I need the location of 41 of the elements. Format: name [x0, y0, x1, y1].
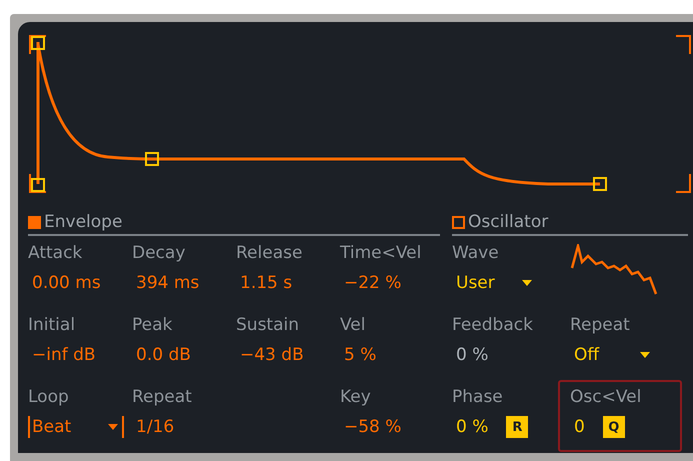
param-label: Attack: [28, 242, 84, 264]
caret-icon: [108, 424, 118, 430]
param-label: Phase: [452, 386, 504, 408]
param-value[interactable]: −22 %: [340, 272, 440, 294]
param-label: Release: [236, 242, 304, 264]
toggle-checkbox[interactable]: [452, 216, 465, 228]
loop-dropdown[interactable]: Beat: [28, 416, 124, 438]
toggle-button[interactable]: Q: [602, 416, 625, 438]
param-label: Feedback: [452, 314, 534, 336]
dropdown[interactable]: User: [452, 272, 532, 294]
param-value[interactable]: 1/16: [132, 416, 236, 438]
param-label: Repeat: [570, 314, 631, 336]
param-label: Sustain: [236, 314, 300, 336]
param-value[interactable]: 394 ms: [132, 272, 236, 294]
param-label: Time<Vel: [340, 242, 422, 264]
dropdown[interactable]: Off: [570, 344, 650, 366]
param-value[interactable]: 5 %: [340, 344, 440, 366]
param-label: Key: [340, 386, 372, 408]
param-label: Loop: [28, 386, 70, 408]
caret-icon: [522, 280, 532, 286]
param-value[interactable]: 0.0 dB: [132, 344, 236, 366]
param-value[interactable]: 0 %: [452, 416, 488, 438]
param-label: Repeat: [132, 386, 193, 408]
param-label: Osc<Vel: [570, 386, 642, 408]
param-label: Initial: [28, 314, 76, 336]
toggle-button[interactable]: R: [506, 416, 528, 438]
param-value[interactable]: 0: [570, 416, 585, 438]
param-value[interactable]: −58 %: [340, 416, 440, 438]
param-label: Wave: [452, 242, 500, 264]
section-title: Oscillator: [468, 212, 548, 232]
param-value[interactable]: −inf dB: [28, 344, 132, 366]
param-value[interactable]: 1.15 s: [236, 272, 340, 294]
param-label: Peak: [132, 314, 174, 336]
param-value[interactable]: 0.00 ms: [28, 272, 132, 294]
param-label: Decay: [132, 242, 186, 264]
toggle-checkbox[interactable]: [28, 216, 41, 228]
param-value[interactable]: −43 dB: [236, 344, 340, 366]
section-title: Envelope: [44, 212, 122, 232]
param-value[interactable]: 0 %: [452, 344, 570, 366]
caret-icon: [640, 352, 650, 358]
param-label: Vel: [340, 314, 366, 336]
